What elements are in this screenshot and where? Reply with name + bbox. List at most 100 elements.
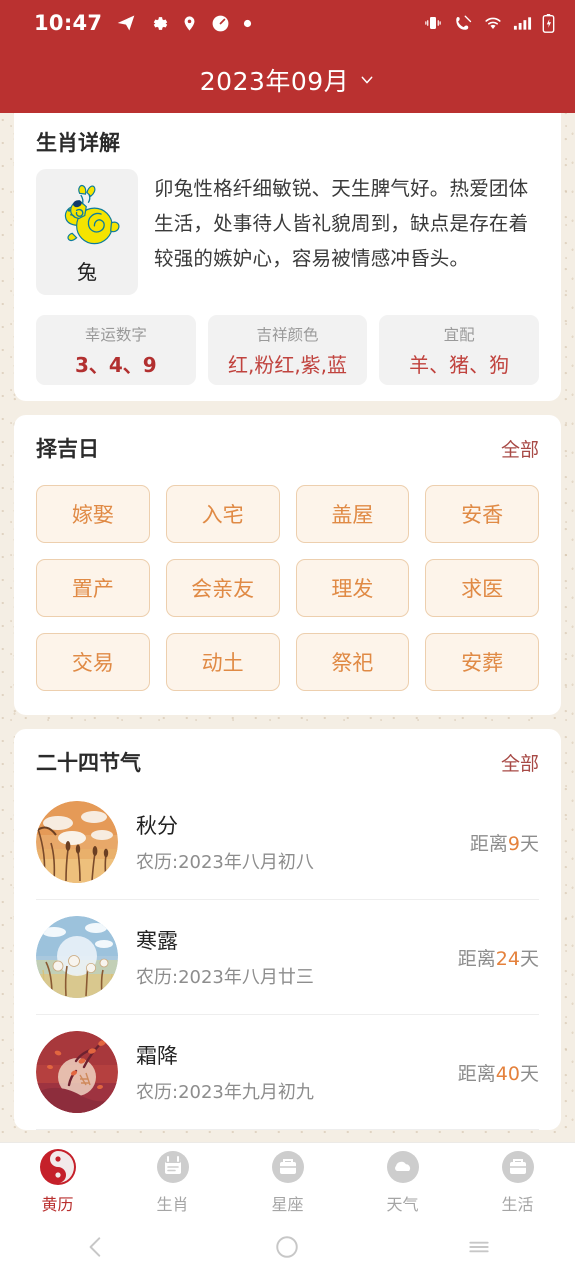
tab-shenghuo[interactable]: 生活 <box>460 1147 575 1215</box>
distance-prefix: 距离 <box>457 947 496 970</box>
lucky-day-chip[interactable]: 祭祀 <box>295 633 410 691</box>
solar-term-row[interactable]: 寒露 农历:2023年八月廿三 距离24天 <box>36 900 539 1015</box>
speedometer-icon <box>211 14 230 33</box>
recents-lines-icon[interactable] <box>466 1234 492 1264</box>
lucky-day-chip[interactable]: 嫁娶 <box>36 485 150 543</box>
solar-term-row[interactable]: 霜降 农历:2023年九月初九 距离40天 <box>36 1015 539 1130</box>
lucky-days-header: 择吉日 全部 <box>14 415 561 467</box>
attribute-label: 吉祥颜色 <box>256 325 319 344</box>
lucky-days-card: 择吉日 全部 嫁娶 入宅 盖屋 安香 置产 会亲友 理发 求医 交易 动土 祭祀… <box>14 415 561 715</box>
status-left-icons <box>116 13 252 33</box>
bottom-tab-bar: 黄历 生肖 星座 天气 生活 <box>0 1142 575 1218</box>
cold-dew-blue-scene-icon <box>36 916 118 998</box>
solar-term-distance: 距离40天 <box>458 1059 539 1086</box>
chevron-down-icon[interactable] <box>359 72 375 88</box>
solar-term-name: 秋分 <box>136 814 178 838</box>
zodiac-attributes: 幸运数字 3、4、9 吉祥颜色 红,粉红,紫,蓝 宜配 羊、猪、狗 <box>14 295 561 385</box>
wifi-icon <box>483 15 503 31</box>
solar-term-lunar-date: 农历:2023年八月初八 <box>136 852 314 873</box>
autumn-wheat-field-icon <box>36 801 118 883</box>
zodiac-badge[interactable]: 兔 <box>36 169 138 295</box>
lucky-day-chip[interactable]: 置产 <box>36 559 150 617</box>
solar-terms-card: 二十四节气 全部 秋分 农历:2023年八月初八 距离9天 寒露 农历:2023… <box>14 729 561 1130</box>
month-title-bar[interactable]: 2023年09月 <box>0 46 575 113</box>
vibrate-icon <box>423 14 443 32</box>
signal-bars-icon <box>513 15 532 31</box>
status-right-icons <box>423 13 555 33</box>
tab-xingzuo[interactable]: 星座 <box>230 1147 345 1215</box>
distance-prefix: 距离 <box>469 832 508 855</box>
solar-term-name: 霜降 <box>136 1044 178 1068</box>
attribute-value: 红,粉红,紫,蓝 <box>227 352 348 377</box>
distance-days: 24 <box>495 947 520 970</box>
distance-prefix: 距离 <box>457 1062 496 1085</box>
lucky-day-chip[interactable]: 动土 <box>165 633 280 691</box>
solar-term-info: 霜降 农历:2023年九月初九 <box>136 1040 440 1104</box>
distance-suffix: 天 <box>519 947 539 970</box>
solar-terms-more-link[interactable]: 全部 <box>501 749 539 776</box>
app-screen: 10:47 2023年09月 生肖详解 兔 卯兔性格纤细敏锐、天生脾气好。热爱团… <box>0 0 575 1280</box>
distance-suffix: 天 <box>519 832 539 855</box>
lucky-days-grid: 嫁娶 入宅 盖屋 安香 置产 会亲友 理发 求医 交易 动土 祭祀 安葬 <box>14 467 561 715</box>
dot-icon <box>243 19 252 28</box>
solar-terms-section-title: 二十四节气 <box>36 751 141 775</box>
solar-term-info: 寒露 农历:2023年八月廿三 <box>136 925 440 989</box>
solar-term-distance: 距离9天 <box>470 829 539 856</box>
lucky-day-chip[interactable]: 入宅 <box>165 485 280 543</box>
solar-term-distance: 距离24天 <box>458 944 539 971</box>
attribute-lucky-color: 吉祥颜色 红,粉红,紫,蓝 <box>207 315 368 385</box>
scroll-content[interactable]: 生肖详解 兔 卯兔性格纤细敏锐、天生脾气好。热爱团体生活，处事待人皆礼貌周到，缺… <box>0 113 575 1142</box>
solar-terms-header: 二十四节气 全部 <box>14 729 561 781</box>
call-mute-icon <box>453 14 473 32</box>
frost-descent-red-scene-icon <box>36 1031 118 1113</box>
yinyang-icon <box>38 1147 78 1187</box>
solar-term-lunar-date: 农历:2023年八月廿三 <box>136 967 314 988</box>
lucky-day-chip[interactable]: 会亲友 <box>165 559 280 617</box>
app-header: 10:47 2023年09月 <box>0 0 575 113</box>
system-navigation-bar <box>0 1218 575 1280</box>
zodiac-body: 兔 卯兔性格纤细敏锐、天生脾气好。热爱团体生活，处事待人皆礼貌周到，缺点是存在着… <box>14 169 561 295</box>
solar-term-name: 寒露 <box>136 929 178 953</box>
attribute-label: 宜配 <box>443 325 475 344</box>
tab-huangli[interactable]: 黄历 <box>0 1147 115 1215</box>
battery-charging-icon <box>542 13 555 33</box>
tab-label: 天气 <box>386 1194 419 1214</box>
attribute-value: 3、4、9 <box>74 352 157 377</box>
calendar-icon <box>153 1147 193 1187</box>
lucky-day-chip[interactable]: 理发 <box>295 559 410 617</box>
lucky-day-chip[interactable]: 交易 <box>36 633 150 691</box>
lucky-day-chip[interactable]: 安香 <box>425 485 539 543</box>
location-pin-icon <box>181 14 198 33</box>
back-chevron-icon[interactable] <box>83 1234 109 1264</box>
tab-label: 星座 <box>271 1194 304 1214</box>
attribute-label: 幸运数字 <box>84 325 147 344</box>
gear-icon <box>149 14 168 33</box>
zodiac-animal-name: 兔 <box>77 259 97 284</box>
tab-tianqi[interactable]: 天气 <box>345 1147 460 1215</box>
tab-label: 生肖 <box>156 1194 189 1214</box>
lucky-day-chip[interactable]: 求医 <box>425 559 539 617</box>
distance-days: 40 <box>495 1062 520 1085</box>
distance-days: 9 <box>507 832 520 855</box>
distance-suffix: 天 <box>519 1062 539 1085</box>
solar-term-row[interactable]: 秋分 农历:2023年八月初八 距离9天 <box>36 785 539 900</box>
tab-label: 黄历 <box>41 1194 74 1214</box>
solar-terms-list: 秋分 农历:2023年八月初八 距离9天 寒露 农历:2023年八月廿三 距离2… <box>14 781 561 1130</box>
tab-label: 生活 <box>501 1194 534 1214</box>
lucky-days-more-link[interactable]: 全部 <box>501 435 539 462</box>
zodiac-detail-card: 生肖详解 兔 卯兔性格纤细敏锐、天生脾气好。热爱团体生活，处事待人皆礼貌周到，缺… <box>14 113 561 401</box>
home-circle-icon[interactable] <box>274 1234 300 1264</box>
page-title: 2023年09月 <box>199 66 350 96</box>
solar-term-info: 秋分 农历:2023年八月初八 <box>136 810 452 874</box>
solar-term-lunar-date: 农历:2023年九月初九 <box>136 1082 314 1103</box>
attribute-value: 羊、猪、狗 <box>409 352 510 377</box>
zodiac-section-title: 生肖详解 <box>36 131 120 155</box>
lucky-days-section-title: 择吉日 <box>36 437 99 461</box>
send-icon <box>116 13 136 33</box>
rabbit-icon <box>50 180 124 254</box>
lucky-day-chip[interactable]: 安葬 <box>425 633 539 691</box>
attribute-compatible-signs: 宜配 羊、猪、狗 <box>379 315 540 385</box>
tab-shengxiao[interactable]: 生肖 <box>115 1147 230 1215</box>
lucky-day-chip[interactable]: 盖屋 <box>295 485 410 543</box>
briefcase-icon <box>268 1147 308 1187</box>
